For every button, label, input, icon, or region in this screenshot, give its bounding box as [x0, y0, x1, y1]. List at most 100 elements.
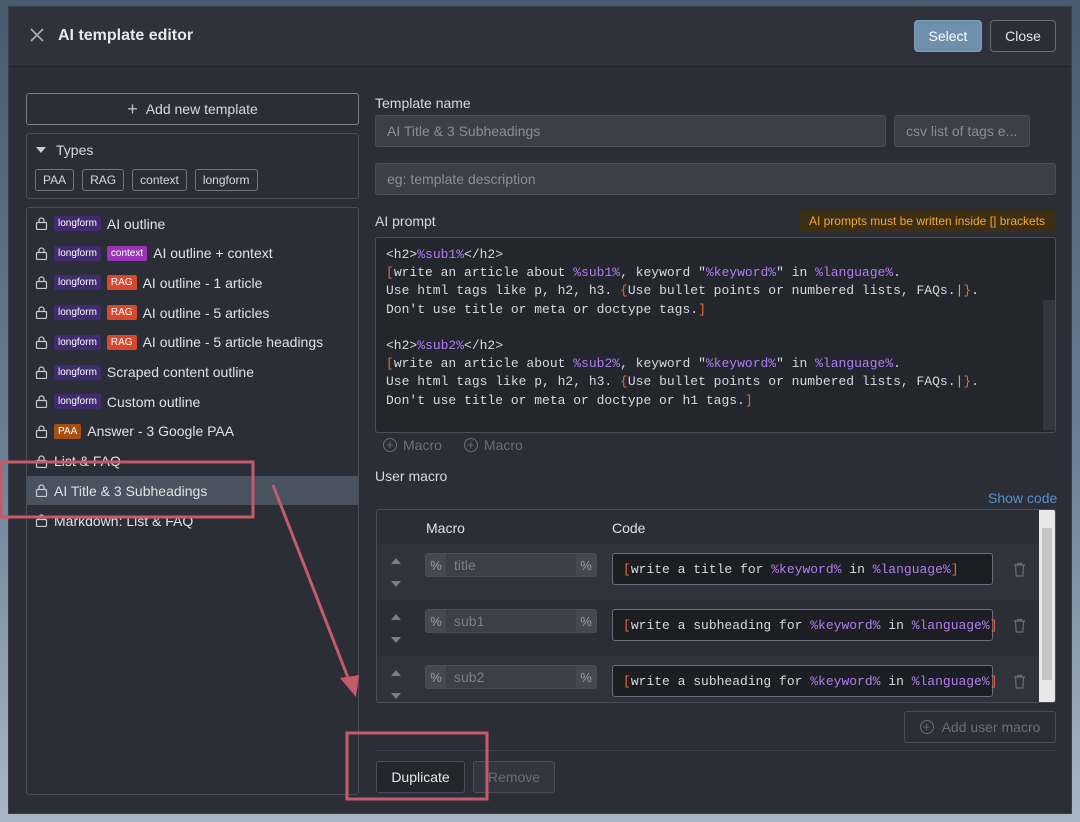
insert-macro-button-2[interactable]: + Macro [463, 437, 523, 453]
modal-title: AI template editor [58, 27, 194, 44]
badge-rag: RAG [106, 334, 137, 350]
lock-icon [35, 365, 48, 379]
move-down-icon[interactable] [391, 581, 401, 587]
description-input[interactable]: eg: template description [375, 163, 1056, 195]
ai-prompt-label: AI prompt [375, 213, 436, 229]
badge-longform: longform [54, 245, 101, 261]
template-label: Answer - 3 Google PAA [87, 423, 235, 440]
prompt-line: <h2>%sub2%</h2> [386, 337, 504, 353]
badge-longform: longform [54, 275, 101, 291]
move-up-icon[interactable] [391, 670, 401, 676]
add-user-macro-button[interactable]: + Add user macro [904, 711, 1056, 743]
template-label: AI outline + context [153, 245, 273, 262]
template-list-item[interactable]: longform RAG AI outline - 5 articles [27, 298, 358, 327]
macro-name: title [454, 557, 476, 573]
percent-prefix: % [426, 666, 446, 688]
types-filter: Types PAA RAG context longform [26, 133, 359, 199]
code-column-header: Code [612, 520, 646, 536]
prompt-line: [write an article about %sub2%, keyword … [386, 356, 901, 372]
footer-divider [375, 750, 1056, 751]
macro-code-input[interactable]: [write a subheading for %keyword% in %la… [612, 665, 998, 697]
move-down-icon[interactable] [391, 637, 401, 643]
lock-icon [35, 276, 48, 290]
prompt-line: Don't use title or meta or doctype tags.… [386, 301, 706, 317]
trash-icon[interactable] [1013, 618, 1026, 633]
lock-icon [35, 425, 48, 438]
macro-button-label: Macro [403, 437, 442, 453]
lock-icon [35, 395, 48, 409]
type-chips: PAA RAG context longform [35, 169, 258, 191]
move-down-icon[interactable] [391, 693, 401, 699]
type-chip-longform[interactable]: longform [194, 169, 258, 191]
macro-name-input[interactable]: % title% [425, 553, 597, 577]
caret-down-icon [36, 147, 46, 153]
add-template-button[interactable]: + Add new template [26, 93, 359, 125]
plus-circle-icon: + [463, 438, 478, 452]
template-label: Scraped content outline [106, 364, 255, 380]
lock-icon [35, 514, 48, 527]
template-list-item[interactable]: AI Title & 3 Subheadings [27, 476, 358, 506]
prompt-scrollbar[interactable] [1043, 300, 1055, 430]
template-list-item[interactable]: PAA Answer - 3 Google PAA [27, 417, 358, 446]
select-button[interactable]: Select [914, 20, 982, 52]
macro-name-input[interactable]: % sub1% [425, 609, 597, 633]
macro-column-header: Macro [426, 520, 465, 536]
duplicate-button[interactable]: Duplicate [376, 761, 465, 793]
macro-button-label: Macro [483, 437, 523, 453]
move-up-icon[interactable] [391, 614, 401, 620]
template-list-item[interactable]: Markdown: List & FAQ [27, 506, 358, 535]
template-list-item[interactable]: List & FAQ [27, 447, 358, 476]
macro-code-input[interactable]: [write a subheading for %keyword% in %la… [612, 609, 998, 641]
template-label: AI outline [106, 215, 166, 232]
template-list-item[interactable]: longform context AI outline + context [27, 239, 358, 268]
close-icon[interactable] [29, 27, 45, 43]
type-chip-paa[interactable]: PAA [35, 169, 75, 191]
user-macro-row: % sub1% [write a subheading for %keyword% … [377, 600, 1041, 656]
user-macro-row: % sub2% [write a subheading for %keyword% … [377, 656, 1041, 702]
prompt-code: <h2>%sub1%</h2> [write an article about %… [386, 246, 979, 410]
remove-button[interactable]: Remove [473, 761, 555, 793]
template-list: longform AI outline longform context AI outl… [26, 207, 359, 795]
insert-macro-button[interactable]: + Macro [383, 437, 442, 453]
tags-input[interactable]: csv list of tags e... [894, 115, 1030, 147]
template-list-item[interactable]: longform Custom outline [27, 387, 358, 416]
add-template-label: Add new template [145, 101, 258, 117]
badge-longform: longform [54, 364, 101, 380]
close-button[interactable]: Close [990, 20, 1056, 52]
lock-icon [35, 336, 48, 349]
template-list-item[interactable]: longform Scraped content outline [27, 358, 358, 387]
template-list-item[interactable]: longform AI outline [27, 209, 358, 238]
badge-longform: longform [54, 334, 101, 350]
macro-code-input[interactable]: [write a title for %keyword% in %languag… [612, 553, 993, 585]
type-chip-context[interactable]: context [132, 169, 187, 191]
show-code-link[interactable]: Show code [988, 490, 1057, 506]
move-up-icon[interactable] [391, 558, 401, 564]
types-toggle[interactable]: Types [36, 142, 93, 158]
macro-name: sub2 [454, 669, 485, 685]
template-name-input[interactable]: AI Title & 3 Subheadings [375, 115, 886, 147]
macro-table-scrollbar[interactable] [1039, 510, 1055, 702]
template-list-item[interactable]: longform RAG AI outline - 5 article headin… [27, 328, 358, 357]
template-list-item[interactable]: longform RAG AI outline - 1 article [27, 268, 358, 297]
prompt-line: Use html tags like p, h2, h3. {Use bulle… [386, 374, 979, 390]
badge-rag: RAG [106, 305, 137, 321]
lock-icon [35, 484, 48, 498]
prompt-line [386, 319, 979, 337]
user-macro-label: User macro [375, 468, 448, 484]
template-editor-modal: AI template editor Select Close + Add ne… [8, 6, 1072, 814]
trash-icon[interactable] [1013, 562, 1026, 577]
user-macro-row: % title% [write a title for %keyword% in %… [377, 544, 1041, 600]
add-user-macro-label: Add user macro [941, 719, 1041, 735]
prompt-line: [write an article about %sub1%, keyword … [386, 265, 901, 281]
template-label: AI outline - 5 article headings [142, 334, 324, 351]
prompt-warning-badge: AI prompts must be written inside [] bra… [799, 210, 1055, 232]
scrollbar-thumb[interactable] [1042, 528, 1052, 680]
ai-prompt-editor[interactable]: <h2>%sub1%</h2> [write an article about %… [375, 237, 1056, 433]
lock-icon [35, 455, 48, 468]
macro-name-input[interactable]: % sub2% [425, 665, 597, 689]
prompt-line: Don't use title or meta or doctype or h1… [386, 392, 753, 408]
percent-suffix: % [576, 554, 596, 576]
trash-icon[interactable] [1013, 674, 1026, 689]
template-label: Custom outline [106, 393, 201, 410]
type-chip-rag[interactable]: RAG [82, 169, 125, 191]
